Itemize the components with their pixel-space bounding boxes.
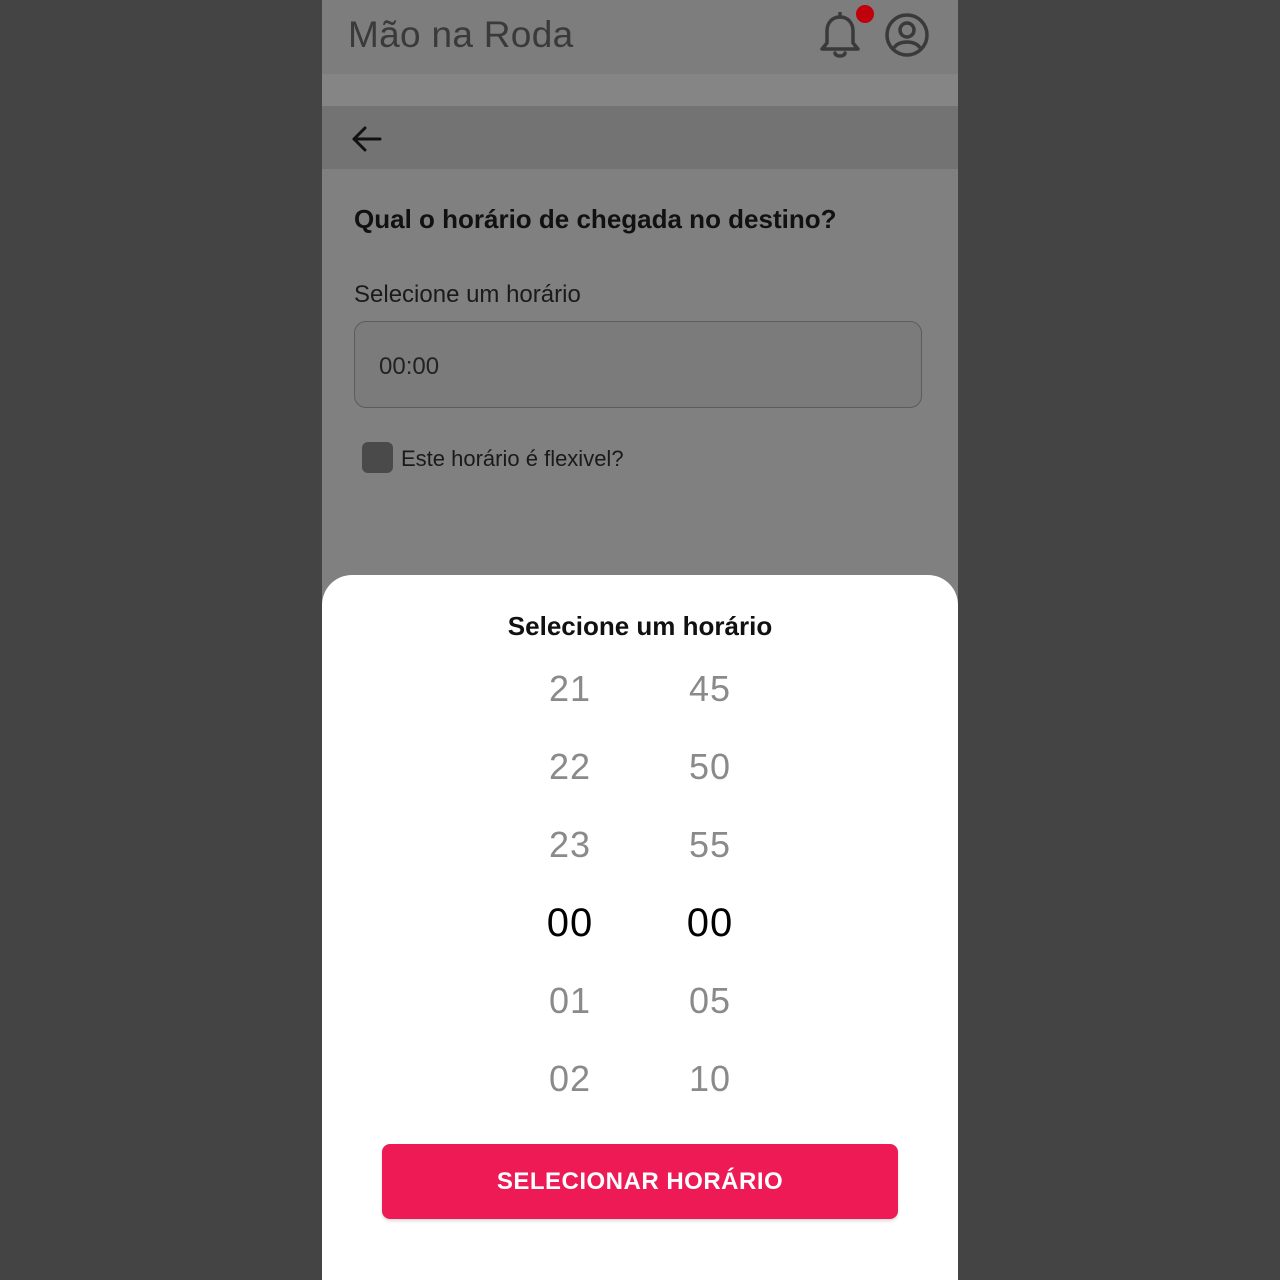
minute-option[interactable]: 45 bbox=[650, 653, 770, 731]
minute-option[interactable]: 10 bbox=[650, 1043, 770, 1121]
minute-option-selected[interactable]: 00 bbox=[650, 887, 770, 965]
arrow-left-icon[interactable] bbox=[350, 124, 384, 154]
minute-option[interactable]: 50 bbox=[650, 731, 770, 809]
navigation-bar bbox=[322, 106, 958, 169]
time-picker-sheet: Selecione um horário 21 22 23 00 01 02 0… bbox=[322, 575, 958, 1280]
hour-option-selected[interactable]: 00 bbox=[510, 887, 630, 965]
picker-title: Selecione um horário bbox=[507, 611, 773, 641]
minute-option[interactable]: 15 bbox=[650, 1121, 770, 1143]
hour-option[interactable]: 01 bbox=[510, 965, 630, 1043]
hour-option[interactable]: 21 bbox=[510, 653, 630, 731]
minute-wheel[interactable]: 45 50 55 00 05 10 15 bbox=[650, 653, 770, 1143]
flexible-checkbox[interactable] bbox=[362, 442, 393, 473]
flexible-checkbox-label[interactable]: Este horário é flexivel? bbox=[401, 446, 624, 472]
minute-option[interactable]: 05 bbox=[650, 965, 770, 1043]
hour-option[interactable]: 23 bbox=[510, 809, 630, 887]
app-title: Mão na Roda bbox=[348, 14, 574, 55]
select-time-button[interactable]: SELECIONAR HORÁRIO bbox=[382, 1144, 898, 1219]
bell-icon[interactable] bbox=[818, 12, 862, 60]
time-input-value: 00:00 bbox=[379, 353, 440, 380]
app-bar: Mão na Roda bbox=[322, 0, 958, 74]
header-strip bbox=[322, 74, 958, 106]
account-circle-icon[interactable] bbox=[884, 12, 930, 58]
app-screen: Mão na Roda Qual o horário de chegada no… bbox=[322, 0, 958, 1280]
time-field-label: Selecione um horário bbox=[354, 281, 581, 308]
hour-option[interactable]: 02 bbox=[510, 1043, 630, 1121]
hour-option[interactable]: 22 bbox=[510, 731, 630, 809]
page-question: Qual o horário de chegada no destino? bbox=[354, 204, 837, 234]
hour-wheel[interactable]: 21 22 23 00 01 02 03 bbox=[510, 653, 630, 1143]
minute-option[interactable]: 55 bbox=[650, 809, 770, 887]
notification-badge bbox=[856, 5, 874, 23]
time-input[interactable]: 00:00 bbox=[354, 321, 922, 408]
hour-option[interactable]: 03 bbox=[510, 1121, 630, 1143]
